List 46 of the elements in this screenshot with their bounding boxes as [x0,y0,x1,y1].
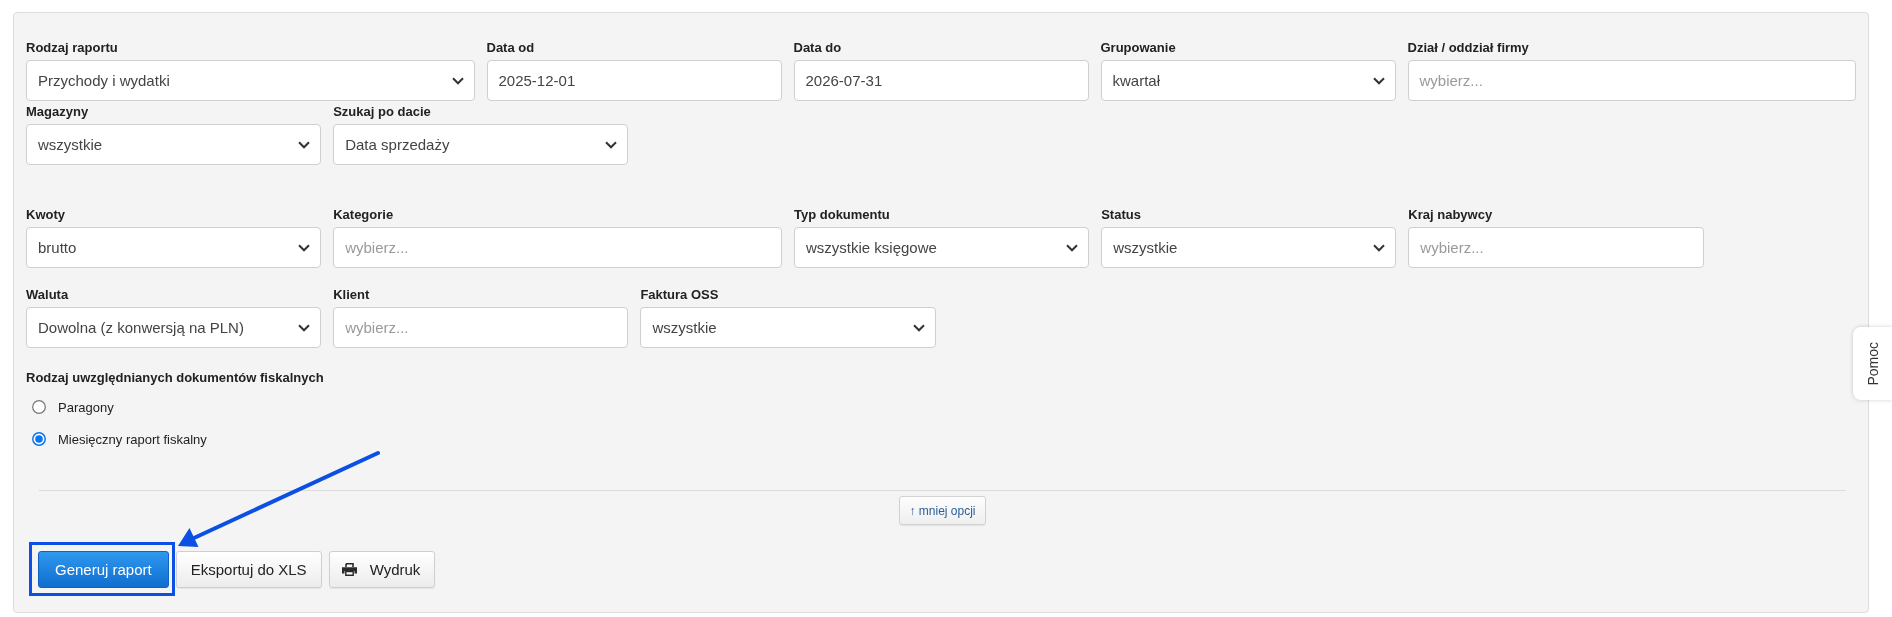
dropdown-field[interactable]: wszystkie [26,124,322,165]
dropdown-field[interactable]: Dowolna (z konwersją na PLN) [26,307,322,348]
radio-label[interactable]: Miesięczny raport fiskalny [58,431,207,447]
generate-button[interactable]: Generuj raport [38,551,169,588]
dropdown-field[interactable]: wszystkie [640,307,936,348]
chevron-down-icon [298,140,311,149]
export-button[interactable]: Eksportuj do XLS [175,551,322,588]
chevron-down-icon [451,76,464,85]
field-label: Faktura OSS [640,286,719,304]
field-label: Magazyny [26,103,89,121]
chevron-down-icon [298,323,311,332]
chevron-down-icon [1373,243,1386,252]
chevron-down-icon [298,243,311,252]
dropdown-field[interactable]: wszystkie [1101,227,1397,268]
section-label: Rodzaj uwzględnianych dokumentów fiskalnych [26,369,324,387]
printer-icon [341,563,357,576]
chevron-down-icon [1066,243,1079,252]
chevron-down-icon [1372,76,1385,85]
field-label: Data do [793,39,842,57]
field-label: Status [1101,206,1141,224]
field-label: Szukaj po dacie [333,103,431,121]
field-label: Dział / oddział firmy [1407,39,1529,57]
date-field[interactable]: 2025-12-01 [486,60,782,101]
radio-label[interactable]: Paragony [58,399,114,415]
dropdown-field[interactable]: wszystkie księgowe [794,227,1090,268]
print-button[interactable]: Wydruk [328,551,436,588]
radio-button[interactable] [32,432,46,446]
field-label: Klient [333,286,370,304]
radio-button[interactable] [32,400,46,414]
toggle-options-link[interactable]: ↑ mniej opcji [899,496,986,525]
chevron-down-icon [912,323,925,332]
date-field[interactable]: 2026-07-31 [793,60,1089,101]
chevron-down-icon [605,140,618,149]
field-label: Rodzaj raportu [26,39,118,57]
field-label: Kraj nabywcy [1408,206,1493,224]
field-label: Data od [486,39,535,57]
field-label: Typ dokumentu [794,206,890,224]
dropdown-field[interactable]: kwartał [1100,60,1396,101]
dropdown-field[interactable]: Data sprzedaży [333,124,629,165]
field-label: Waluta [26,286,69,304]
field-label: Kategorie [333,206,394,224]
dropdown-field[interactable]: Przychody i wydatki [26,60,475,101]
help-tab[interactable]: Pomoc [1853,327,1892,400]
dropdown-field[interactable]: brutto [26,227,322,268]
field-label: Grupowanie [1100,39,1176,57]
field-label: Kwoty [26,206,65,224]
